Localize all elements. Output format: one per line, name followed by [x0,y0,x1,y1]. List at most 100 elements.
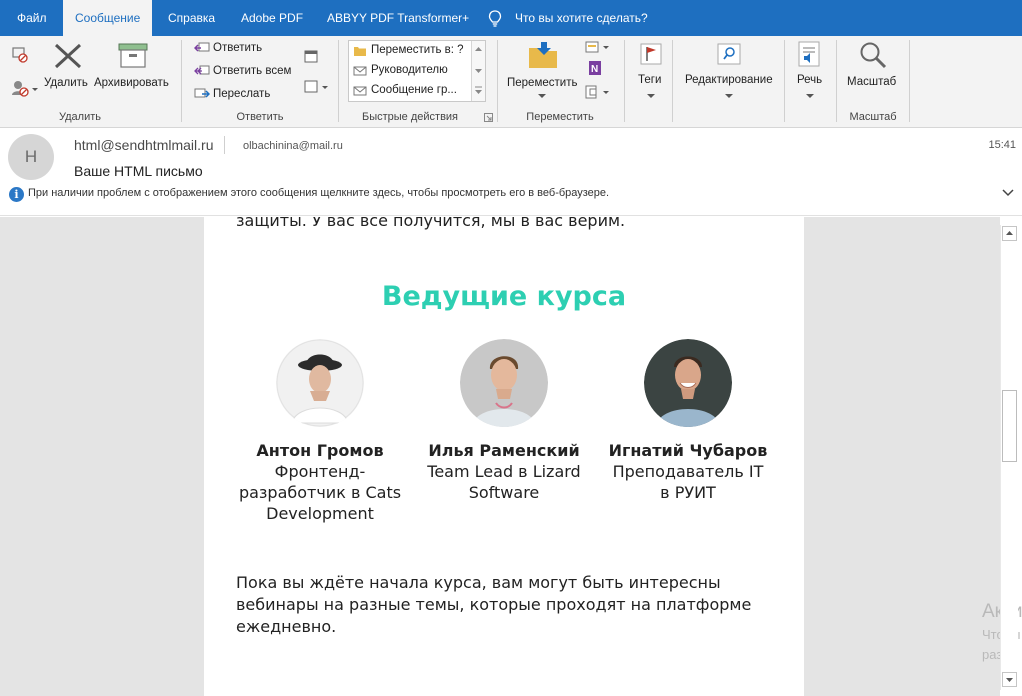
instructor-role-line: в РУИТ [660,483,716,502]
chevron-down-icon[interactable] [806,94,814,100]
arrow-up-icon [1006,231,1013,235]
divider [909,40,910,122]
to-manager-icon [353,66,367,76]
instructor-card: Игнатий Чубаров Преподаватель IT в РУИТ [604,339,772,503]
instructor-name: Игнатий Чубаров [608,441,768,460]
gallery-arrows-icon [475,47,482,94]
rules-icon[interactable] [585,40,611,54]
editing-button[interactable]: Редактирование [685,74,773,86]
instructor-role-line: Development [266,504,374,523]
recipient[interactable]: olbachinina@mail.ru [243,140,343,152]
onenote-icon[interactable]: N [588,60,602,76]
archive-button[interactable]: Архивировать [94,77,169,89]
forward-icon[interactable] [194,87,210,101]
flag-icon[interactable] [639,42,663,66]
instructor-role-line: Team Lead в Lizard [427,462,581,481]
tab-message[interactable]: Сообщение [63,0,153,36]
group-label-respond: Ответить [236,111,284,123]
read-aloud-icon[interactable] [796,40,822,68]
lightbulb-icon [488,10,502,27]
scroll-thumb[interactable] [1002,390,1017,462]
info-bar[interactable]: При наличии проблем с отображением этого… [28,187,609,199]
instructor-role-line: Преподаватель IT [612,462,764,481]
find-icon[interactable] [716,42,742,66]
body-paragraph: Пока вы ждёте начала курса, вам могут бы… [236,572,756,638]
instructor-role-line: Фронтенд- [274,462,366,481]
section-title: Ведущие курса [381,281,627,312]
quick-step-team-email[interactable]: Сообщение гр... [371,84,457,96]
instructor-name: Антон Громов [256,441,384,460]
paragraph-line: ежедневно. [236,617,337,636]
menu-bar: Файл Сообщение Справка Adobe PDF ABBYY P… [0,0,1022,36]
instructor-name: Илья Раменский [428,441,580,460]
tell-me-search[interactable]: Что вы хотите сделать? [515,0,648,36]
svg-text:N: N [591,64,598,75]
message-body: защиты. У вас все получится, мы в вас ве… [0,217,1000,696]
chevron-down-icon[interactable] [725,94,733,100]
ignore-icon[interactable] [10,44,30,64]
zoom-button[interactable]: Масштаб [847,76,896,88]
folder-icon [354,47,366,56]
move-button[interactable]: Переместить [507,77,577,89]
instructor-photo [644,339,732,427]
subject: Ваше HTML письмо [74,163,203,179]
avatar[interactable]: H [8,134,54,180]
outlook-message-window: Файл Сообщение Справка Adobe PDF ABBYY P… [0,0,1022,696]
divider [836,40,837,122]
instructor-photo [460,339,548,427]
instructor-card: Илья Раменский Team Lead в Lizard Softwa… [420,339,588,503]
forward-button[interactable]: Переслать [213,88,270,100]
junk-icon[interactable] [10,78,38,98]
chevron-down-icon[interactable] [538,94,546,100]
reply-all-button[interactable]: Ответить всем [213,65,291,77]
received-time: 15:41 [988,139,1016,151]
instructor-photo [276,339,364,427]
tab-adobe-pdf[interactable]: Adobe PDF [241,0,303,36]
archive-icon[interactable] [117,42,149,70]
divider [181,40,182,122]
chevron-down-icon[interactable] [1002,188,1014,198]
zoom-icon[interactable] [858,40,888,70]
info-icon: i [9,187,24,202]
dialog-launcher-icon[interactable] [484,113,493,122]
meeting-icon[interactable] [303,48,319,64]
divider [672,40,673,122]
delete-icon[interactable] [53,42,83,70]
instructor-role-line: разработчик в Cats [238,483,402,502]
reply-button[interactable]: Ответить [213,42,262,54]
paragraph-line: Пока вы ждёте начала курса, вам могут бы… [236,573,721,592]
group-label-quick-steps: Быстрые действия [361,111,459,123]
sender[interactable]: html@sendhtmlmail.ru [74,137,213,153]
instructor-role-line: Software [468,483,540,502]
delete-button[interactable]: Удалить [44,77,88,89]
tags-button[interactable]: Теги [638,74,661,86]
instructor-card: Антон Громов Фронтенд- разработчик в Cat… [236,339,404,524]
message-header: H html@sendhtmlmail.ru olbachinina@mail.… [0,128,1022,216]
team-email-icon [353,86,367,96]
reply-icon[interactable] [194,41,210,55]
scroll-down-button[interactable] [1002,672,1017,687]
scroll-up-button[interactable] [1002,226,1017,241]
speech-button[interactable]: Речь [797,74,822,86]
quick-step-move-to[interactable]: Переместить в: ? [371,44,464,56]
arrow-down-icon [1006,678,1013,682]
group-label-zoom: Масштаб [849,111,897,123]
quick-steps-scroll[interactable] [471,41,485,101]
tab-file[interactable]: Файл [17,0,47,36]
tab-help[interactable]: Справка [168,0,215,36]
more-respond-icon[interactable] [303,79,329,95]
chevron-down-icon[interactable] [647,94,655,100]
tab-abbyy[interactable]: ABBYY PDF Transformer+ [327,0,469,36]
move-folder-icon[interactable] [527,40,559,70]
actions-icon[interactable] [585,84,611,100]
divider [497,40,498,122]
quick-steps-gallery[interactable]: Переместить в: ? Руководителю Сообщение … [348,40,486,102]
divider [338,40,339,122]
quick-step-to-manager[interactable]: Руководителю [371,64,448,76]
body-text-cut: защиты. У вас все получится, мы в вас ве… [236,217,626,230]
vertical-scrollbar[interactable] [1000,225,1018,690]
email-content: защиты. У вас все получится, мы в вас ве… [204,217,804,696]
reply-all-icon[interactable] [194,64,210,78]
paragraph-line: вебинары на разные темы, которые проходя… [236,595,752,614]
divider [784,40,785,122]
